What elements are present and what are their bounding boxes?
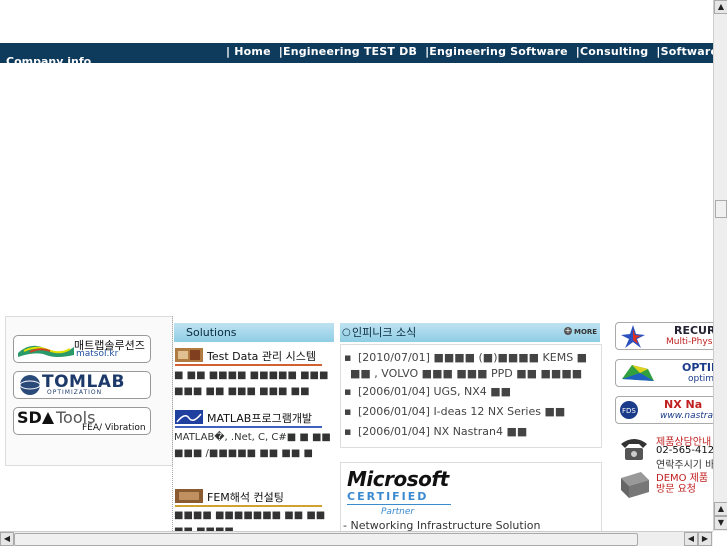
solutions-header: Solutions	[174, 323, 334, 342]
demo-note: 방문 요청	[656, 484, 696, 495]
nx-fds-icon: FDS	[620, 401, 638, 419]
microsoft-certified: CERTIFIED	[347, 490, 429, 503]
column-divider	[172, 316, 174, 531]
sdtools-sd: SD	[17, 408, 42, 427]
horizontal-scroll-thumb[interactable]	[14, 533, 638, 546]
sdtools-logo-link[interactable]: SD Tools FEA/ Vibration	[13, 407, 151, 435]
recurdyn-sub: Multi-Physi	[666, 337, 715, 347]
microsoft-partner: Partner	[381, 507, 415, 517]
nx-nastran-title: NX Na	[664, 398, 703, 411]
nav-consulting[interactable]: |Consulting	[576, 45, 649, 58]
microsoft-partner-box[interactable]: Microsoft CERTIFIED Partner - Networking…	[340, 462, 602, 533]
solutions-header-label: Solutions	[186, 326, 237, 339]
microsoft-rule	[347, 504, 451, 505]
microsoft-brand: Microsoft	[347, 467, 449, 491]
more-plus-icon: +	[564, 326, 572, 335]
news-more-link[interactable]: MORE	[574, 323, 597, 342]
scroll-left-button[interactable]: ◀	[0, 532, 14, 546]
sdtools-sub: FEA/ Vibration	[82, 423, 146, 433]
solution-test-data-title[interactable]: Test Data 관리 시스템	[207, 348, 316, 364]
matsol-logo-link[interactable]: 매트랩솔루션즈 matsol.kr	[13, 335, 151, 363]
matsol-url: matsol.kr	[76, 349, 119, 359]
news-bullet-icon: ○	[342, 327, 351, 338]
news-item[interactable]: ▪ [2006/01/04] I-deas 12 NX Series ■■	[344, 405, 565, 418]
nav-company-info[interactable]: Company info	[6, 55, 91, 63]
horizontal-scrollbar[interactable]: ◀ ◀ ▶	[0, 531, 713, 546]
scroll-up-button[interactable]: ▲	[714, 0, 727, 14]
nav-engineering-test-db[interactable]: |Engineering TEST DB	[279, 45, 417, 58]
recurdyn-title: RECUR	[674, 324, 716, 337]
sdtools-mark-icon	[42, 412, 54, 424]
tomlab-logo-link[interactable]: TOMLAB OPTIMIZATION	[13, 371, 151, 399]
optimus-sub: optim	[688, 374, 715, 384]
nav-engineering-software[interactable]: |Engineering Software	[425, 45, 568, 58]
tomlab-sub: OPTIMIZATION	[47, 389, 103, 396]
solution-underline	[175, 426, 322, 428]
nav-menu: | Home |Engineering TEST DB |Engineering…	[226, 45, 714, 58]
phone-icon	[621, 439, 647, 460]
scroll-down-button[interactable]: ▲	[714, 502, 727, 516]
solution-underline	[175, 505, 322, 507]
matsol-mesh-icon	[18, 345, 74, 357]
optimus-link[interactable]: OPTIM optim	[615, 359, 716, 387]
scroll-left-button[interactable]: ◀	[684, 532, 698, 546]
optimus-surface-icon	[622, 365, 654, 381]
scroll-right-button[interactable]: ▶	[698, 532, 712, 546]
news-item[interactable]: ▪ [2006/01/04] NX Nastran4 ■■	[344, 425, 527, 438]
contact-phone: 02-565-4123	[656, 445, 721, 456]
scroll-down-button[interactable]: ▼	[714, 516, 727, 530]
tomlab-globe-icon	[19, 375, 41, 395]
solution-underline	[175, 364, 322, 366]
news-header: ○ 인피니크 소식 + MORE	[340, 323, 600, 342]
nx-nastran-url: www.nastra	[660, 411, 714, 421]
svg-text:FDS: FDS	[622, 407, 636, 415]
nav-home[interactable]: | Home	[226, 45, 271, 58]
top-nav: | Home |Engineering TEST DB |Engineering…	[0, 43, 714, 63]
solution-test-data-desc: ■ ■■ ■■■■ ■■■■■ ■■■ ■■■ ■■ ■■■ ■■■ ■■	[174, 370, 329, 397]
news-item-continued: ■■ , VOLVO ■■■ ■■■ PPD ■■ ■■■■	[350, 367, 583, 380]
matlab-thumbnail-icon	[175, 410, 203, 424]
news-header-label: 인피니크 소식	[352, 326, 417, 339]
news-item[interactable]: ▪ [2006/01/04] UGS, NX4 ■■	[344, 385, 511, 398]
solution-fem-title[interactable]: FEM해석 컨설팅	[207, 489, 284, 505]
nav-softwares-devel[interactable]: |Softwares Devel	[656, 45, 714, 58]
demo-hard-drive-icon	[621, 472, 649, 498]
optimus-title: OPTIM	[682, 361, 715, 374]
recurdyn-link[interactable]: RECUR Multi-Physi	[615, 322, 716, 350]
news-item[interactable]: ▪ [2010/07/01] ■■■■ (■)■■■■ KEMS ■	[344, 351, 587, 364]
vertical-scrollbar[interactable]: ▲ ▲ ▼	[713, 0, 727, 531]
test-data-thumbnail-icon	[175, 348, 203, 362]
solution-matlab-desc: MATLAB�, .Net, C, C#■ ■ ■■ ■■■ /■■■■■ ■■…	[174, 432, 331, 459]
fem-thumbnail-icon	[175, 489, 203, 503]
vertical-scroll-thumb[interactable]	[715, 200, 727, 218]
recurdyn-star-icon	[621, 325, 645, 348]
nx-nastran-link[interactable]: FDS NX Na www.nastra	[615, 396, 716, 424]
solution-matlab-title[interactable]: MATLAB프로그램개발	[207, 410, 312, 426]
